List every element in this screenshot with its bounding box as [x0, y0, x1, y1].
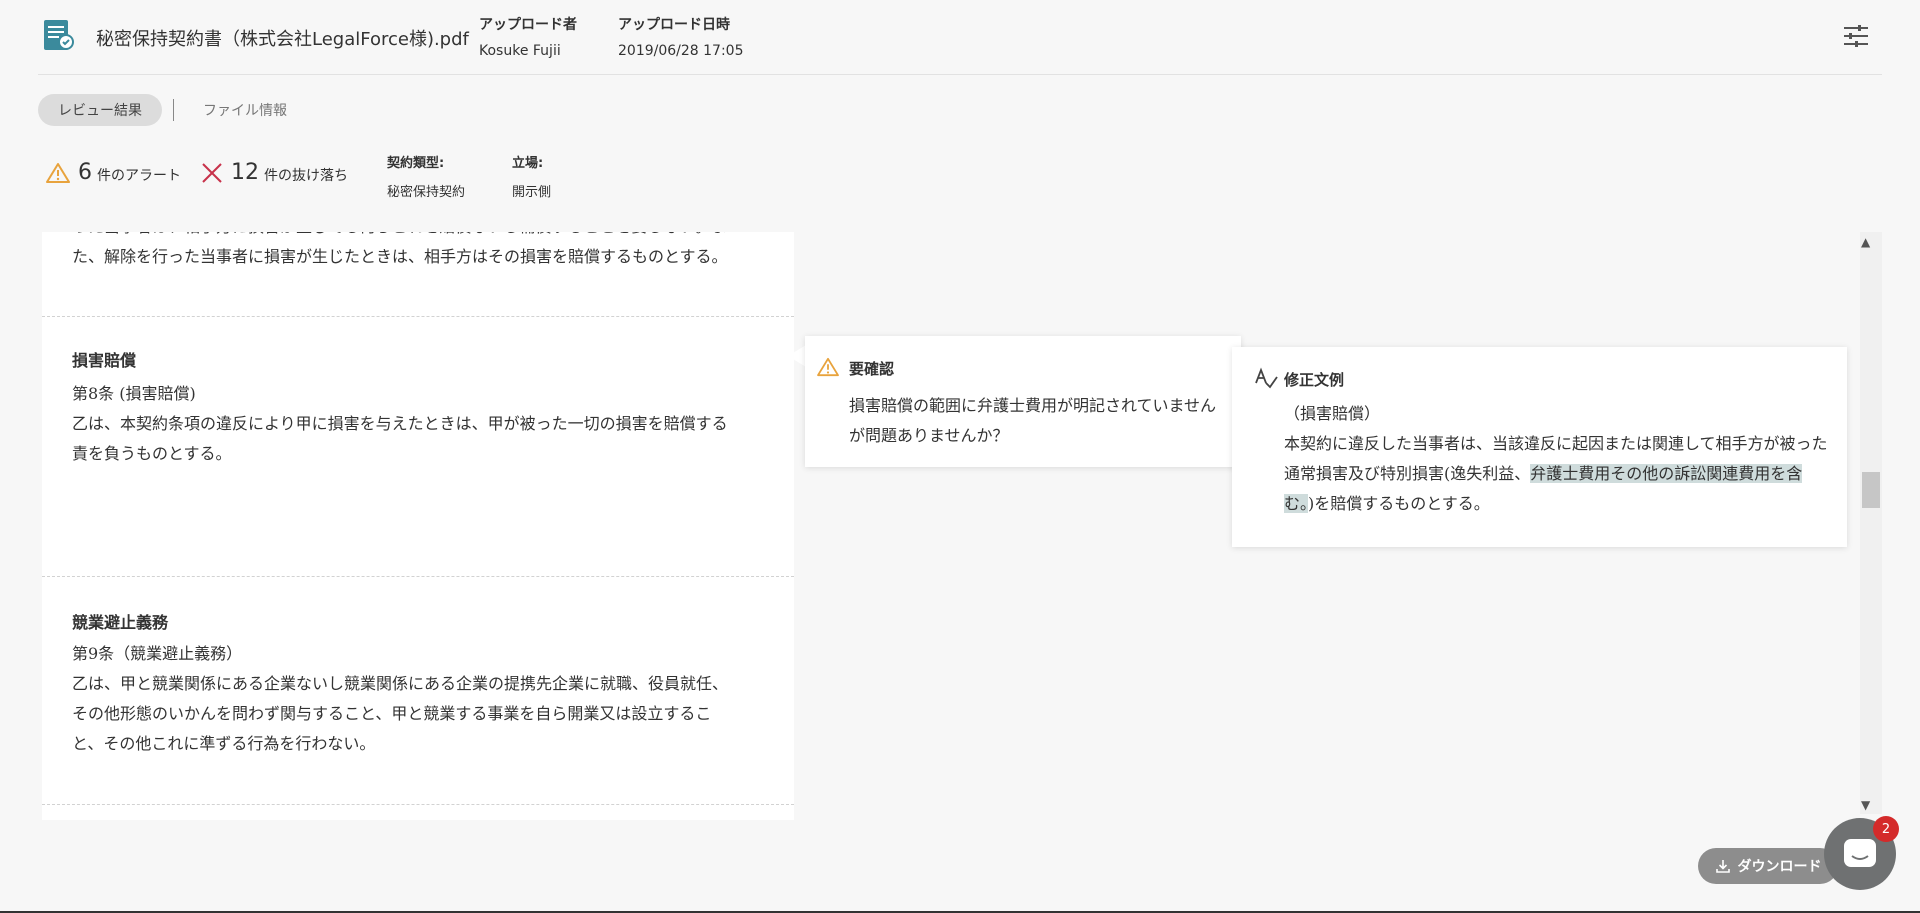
revision-paragraph: 本契約に違反した当事者は、当該違反に起因または関連して相手方が被った通常損害及び… — [1284, 429, 1829, 519]
scroll-up-arrow[interactable]: ▲ — [1861, 236, 1870, 248]
revision-heading: （損害賠償） — [1284, 404, 1381, 423]
section-body-line: と、その他これに準ずる行為を行わない。 — [72, 734, 376, 753]
section-body-line: 乙は、甲と競業関係にある企業ないし競業関係にある企業の提携先企業に就職、役員就任… — [72, 674, 729, 693]
uploader-label: アップロード者 — [479, 17, 577, 33]
position-label: 立場: — [512, 156, 544, 171]
section-body-line: 責を負うものとする。 — [72, 444, 232, 463]
download-label: ダウンロード — [1737, 859, 1822, 875]
section-body-line: その他形態のいかんを問わず関与すること、甲と競業する事業を自ら開業又は設立するこ — [72, 704, 712, 723]
warning-icon — [817, 357, 839, 377]
alert-unit: 件のアラート — [97, 168, 181, 184]
header-divider — [38, 74, 1882, 75]
document-section-partial: った当事者は、相手方に損害が生じても何らこれを賠償ないし補償することを要しない。… — [42, 232, 794, 317]
revision-title: 修正文例 — [1284, 371, 1345, 389]
alert-card[interactable]: 要確認 損害賠償の範囲に弁護士費用が明記されていませんが問題ありませんか？ — [805, 336, 1241, 467]
section-article: 第8条 (損害賠償) — [72, 384, 196, 403]
alert-pointer — [788, 345, 806, 367]
download-icon — [1715, 860, 1730, 873]
warning-icon — [46, 162, 70, 183]
uploaded-at-label: アップロード日時 — [618, 17, 730, 33]
chat-icon — [1844, 839, 1876, 867]
contract-type-value: 秘密保持契約 — [387, 185, 466, 200]
close-icon — [202, 162, 222, 183]
partial-line-2: た、解除を行った当事者に損害が生じたときは、相手方はその損害を賠償するものとする… — [72, 247, 728, 266]
tab-divider — [173, 99, 174, 121]
tab-file-info[interactable]: ファイル情報 — [203, 94, 287, 126]
position-value: 開示側 — [512, 185, 552, 200]
partial-line-1: った当事者は、相手方に損害が生じても何らこれを賠償ないし補償することを要しない。… — [72, 232, 764, 242]
uploaded-at-block: アップロード日時 2019/06/28 17:05 — [618, 14, 744, 59]
section-title: 損害賠償 — [72, 351, 137, 370]
document-viewer[interactable]: った当事者は、相手方に損害が生じても何らこれを賠償ないし補償することを要しない。… — [42, 232, 796, 820]
contract-type-label: 契約類型: — [387, 156, 445, 171]
download-button[interactable]: ダウンロード — [1698, 848, 1838, 884]
contract-type-block: 契約類型: 秘密保持契約 — [387, 152, 465, 200]
missing-unit: 件の抜け落ち — [264, 168, 348, 184]
scrollbar-thumb[interactable] — [1862, 472, 1880, 508]
scroll-down-arrow[interactable]: ▼ — [1861, 799, 1870, 811]
tab-review-results[interactable]: レビュー結果 — [38, 94, 162, 126]
chat-unread-badge: 2 — [1873, 816, 1899, 842]
alert-title: 要確認 — [849, 360, 895, 378]
section-body-line: 乙は、本契約条項の違反により甲に損害を与えたときは、甲が被った一切の損害を賠償す… — [72, 414, 728, 433]
section-title: 競業避止義務 — [72, 613, 169, 632]
document-icon — [44, 20, 74, 50]
missing-summary[interactable]: 12 件の抜け落ち — [201, 160, 348, 185]
uploader-block: アップロード者 Kosuke Fujii — [479, 14, 577, 59]
alert-summary[interactable]: 6 件のアラート — [46, 160, 181, 185]
revision-example-card[interactable]: 修正文例 （損害賠償） 本契約に違反した当事者は、当該違反に起因または関連して相… — [1232, 347, 1847, 547]
scrollbar-track[interactable] — [1860, 232, 1882, 814]
uploader-value: Kosuke Fujii — [479, 43, 561, 59]
app-header: 秘密保持契約書（株式会社LegalForce様).pdf アップロード者 Kos… — [0, 0, 1920, 74]
spell-check-icon — [1255, 367, 1278, 389]
alert-count: 6 — [78, 160, 92, 185]
uploaded-at-value: 2019/06/28 17:05 — [618, 43, 744, 59]
missing-count: 12 — [231, 160, 259, 185]
file-title: 秘密保持契約書（株式会社LegalForce様).pdf — [96, 29, 469, 50]
revision-body: （損害賠償） 本契約に違反した当事者は、当該違反に起因または関連して相手方が被っ… — [1284, 399, 1829, 519]
document-section-next — [42, 805, 794, 820]
document-section-non-compete[interactable]: 競業避止義務 第9条（競業避止義務） 乙は、甲と競業関係にある企業ないし競業関係… — [42, 577, 794, 805]
revision-text-after: )を賠償するものとする。 — [1308, 494, 1490, 513]
alert-text: 損害賠償の範囲に弁護士費用が明記されていませんが問題ありませんか？ — [849, 396, 1217, 445]
document-section-damages[interactable]: 損害賠償 第8条 (損害賠償) 乙は、本契約条項の違反により甲に損害を与えたとき… — [42, 317, 794, 577]
position-block: 立場: 開示側 — [512, 152, 551, 200]
section-article: 第9条（競業避止義務） — [72, 644, 243, 663]
sliders-icon[interactable] — [1843, 24, 1869, 48]
